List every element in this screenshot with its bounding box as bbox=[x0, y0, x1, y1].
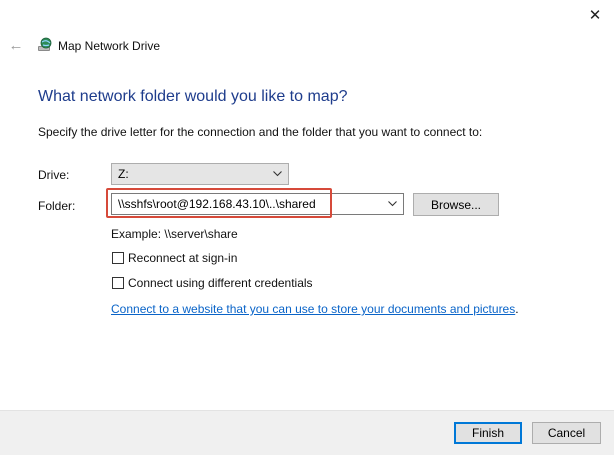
reconnect-label[interactable]: Reconnect at sign-in bbox=[128, 251, 237, 265]
back-arrow-icon: ← bbox=[8, 36, 24, 54]
page-heading: What network folder would you like to ma… bbox=[38, 88, 348, 105]
folder-input-value: \\sshfs\root@192.168.43.10\..\shared bbox=[118, 197, 316, 211]
browse-button[interactable]: Browse... bbox=[413, 193, 499, 216]
folder-input[interactable]: \\sshfs\root@192.168.43.10\..\shared bbox=[111, 193, 404, 215]
example-text: Example: \\server\share bbox=[111, 227, 238, 241]
close-icon: ✕ bbox=[588, 7, 602, 24]
instructions-text: Specify the drive letter for the connect… bbox=[38, 125, 483, 139]
drive-select[interactable]: Z: bbox=[111, 163, 289, 185]
cancel-button[interactable]: Cancel bbox=[532, 422, 601, 444]
link-suffix: . bbox=[515, 302, 519, 316]
drive-select-value: Z: bbox=[118, 167, 129, 181]
credentials-checkbox[interactable] bbox=[112, 277, 124, 289]
chevron-down-icon bbox=[273, 171, 282, 177]
folder-label: Folder: bbox=[38, 199, 76, 213]
close-button[interactable]: ✕ bbox=[576, 0, 614, 30]
website-link-line: Connect to a website that you can use to… bbox=[111, 302, 519, 316]
credentials-label[interactable]: Connect using different credentials bbox=[128, 276, 313, 290]
back-button[interactable]: ← bbox=[6, 36, 26, 54]
reconnect-checkbox[interactable] bbox=[112, 252, 124, 264]
network-drive-icon bbox=[38, 37, 52, 51]
drive-label: Drive: bbox=[38, 168, 70, 182]
website-link[interactable]: Connect to a website that you can use to… bbox=[111, 302, 515, 316]
finish-button[interactable]: Finish bbox=[454, 422, 522, 444]
chevron-down-icon[interactable] bbox=[387, 198, 398, 209]
window-title: Map Network Drive bbox=[58, 39, 161, 53]
